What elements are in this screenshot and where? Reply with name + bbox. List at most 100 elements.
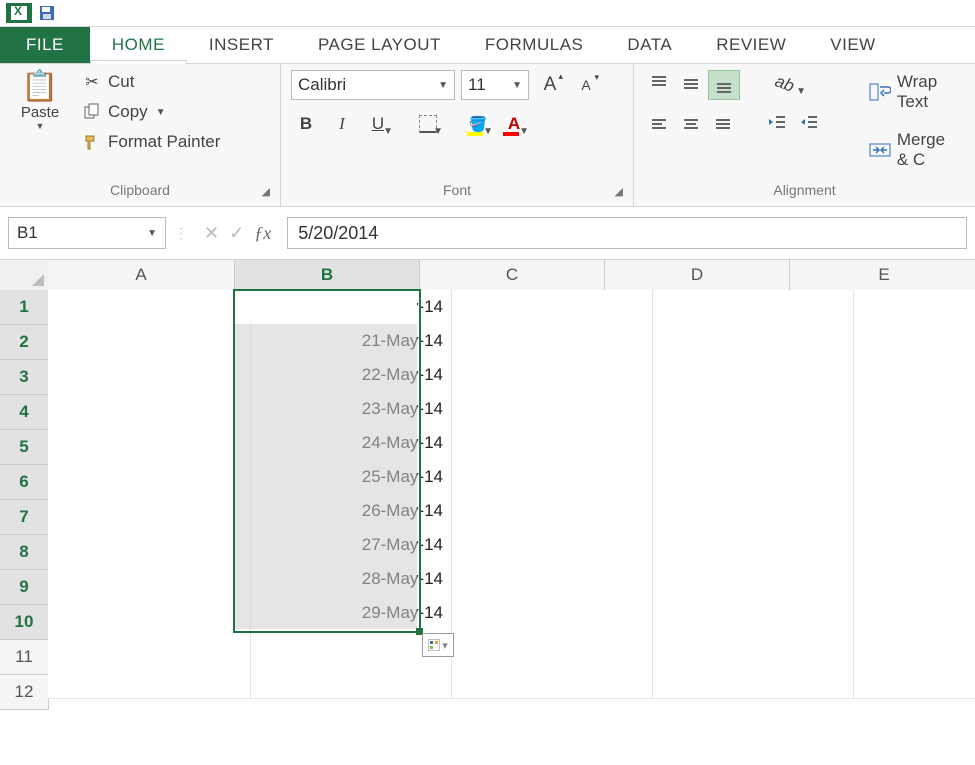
cancel-icon[interactable]: ✕ <box>204 223 219 244</box>
cell[interactable] <box>653 528 854 563</box>
dialog-launcher-icon[interactable]: ◢ <box>615 185 623 198</box>
cell[interactable] <box>653 494 854 529</box>
column-header[interactable]: E <box>790 260 975 291</box>
column-header[interactable]: B <box>235 260 420 292</box>
row-header[interactable]: 5 <box>0 430 50 465</box>
cell[interactable] <box>48 290 251 325</box>
cell[interactable] <box>854 358 975 393</box>
row-header[interactable]: 1 <box>0 290 50 325</box>
cell[interactable] <box>452 528 653 563</box>
cell[interactable] <box>48 426 251 461</box>
tab-file[interactable]: FILE <box>0 27 90 63</box>
format-painter-button[interactable]: Format Painter <box>78 130 224 154</box>
cell[interactable] <box>452 290 653 325</box>
cell[interactable] <box>854 562 975 597</box>
cell[interactable] <box>653 426 854 461</box>
cell[interactable] <box>653 460 854 495</box>
cell[interactable] <box>48 358 251 393</box>
underline-button[interactable]: U▼ <box>363 110 393 138</box>
shrink-font-button[interactable]: A▾ <box>571 71 601 99</box>
column-header[interactable]: C <box>420 260 605 291</box>
cell[interactable] <box>452 460 653 495</box>
paste-button[interactable]: 📋 Paste ▼ <box>10 70 70 131</box>
cell[interactable] <box>452 324 653 359</box>
align-left-button[interactable] <box>644 110 674 138</box>
autofill-options-button[interactable]: ▾ <box>422 633 454 657</box>
cell[interactable] <box>653 596 854 631</box>
cell[interactable] <box>653 358 854 393</box>
cell[interactable] <box>854 528 975 563</box>
cell[interactable] <box>653 630 854 665</box>
cell[interactable] <box>452 664 653 699</box>
cell[interactable] <box>854 426 975 461</box>
cell[interactable] <box>452 426 653 461</box>
align-center-button[interactable] <box>676 110 706 138</box>
cell[interactable] <box>251 664 452 699</box>
cell[interactable] <box>48 562 251 597</box>
select-all-corner[interactable] <box>0 260 49 291</box>
name-box[interactable]: B1 ▼ <box>8 217 166 249</box>
borders-button[interactable]: ▼ <box>413 110 443 138</box>
cell[interactable] <box>452 392 653 427</box>
cell[interactable] <box>452 494 653 529</box>
wrap-text-button[interactable]: Wrap Text <box>865 70 965 114</box>
row-header[interactable]: 12 <box>0 675 49 710</box>
grow-font-button[interactable]: A▴ <box>535 71 565 99</box>
cell[interactable] <box>452 630 653 665</box>
dialog-launcher-icon[interactable]: ◢ <box>262 185 270 198</box>
cell[interactable] <box>854 460 975 495</box>
cell[interactable] <box>48 494 251 529</box>
cell[interactable] <box>48 392 251 427</box>
qat-save-icon[interactable] <box>38 4 56 22</box>
tab-review[interactable]: REVIEW <box>694 27 808 63</box>
row-header[interactable]: 9 <box>0 570 50 605</box>
tab-home[interactable]: HOME <box>90 27 187 63</box>
cell[interactable] <box>854 630 975 665</box>
formula-input[interactable]: 5/20/2014 <box>287 217 967 249</box>
orientation-button[interactable]: ab ▼ <box>762 70 806 98</box>
cell[interactable] <box>653 290 854 325</box>
cell[interactable] <box>48 460 251 495</box>
cell[interactable] <box>48 630 251 665</box>
merge-center-button[interactable]: Merge & C <box>865 128 965 172</box>
decrease-indent-button[interactable] <box>762 108 792 136</box>
enter-icon[interactable]: ✓ <box>229 223 244 244</box>
row-header[interactable]: 10 <box>0 605 50 640</box>
row-header[interactable]: 2 <box>0 325 50 360</box>
tab-view[interactable]: VIEW <box>808 27 897 63</box>
row-header[interactable]: 7 <box>0 500 50 535</box>
cut-button[interactable]: ✂ Cut <box>78 70 224 94</box>
cell[interactable] <box>854 324 975 359</box>
cell[interactable] <box>854 392 975 427</box>
bold-button[interactable]: B <box>291 110 321 138</box>
cell[interactable] <box>854 494 975 529</box>
align-bottom-button[interactable] <box>708 70 740 100</box>
cell[interactable] <box>653 562 854 597</box>
font-color-button[interactable]: A ▼ <box>499 110 529 138</box>
tab-page-layout[interactable]: PAGE LAYOUT <box>296 27 463 63</box>
row-header[interactable]: 4 <box>0 395 50 430</box>
cell[interactable] <box>48 324 251 359</box>
cell[interactable] <box>653 392 854 427</box>
cell[interactable] <box>452 358 653 393</box>
font-size-combo[interactable]: 11 ▼ <box>461 70 529 100</box>
align-top-button[interactable] <box>644 70 674 98</box>
column-header[interactable]: D <box>605 260 790 291</box>
tab-data[interactable]: DATA <box>605 27 694 63</box>
cell[interactable] <box>48 596 251 631</box>
align-middle-button[interactable] <box>676 70 706 98</box>
fill-color-button[interactable]: 🪣 ▼ <box>463 110 493 138</box>
cell[interactable] <box>854 596 975 631</box>
copy-button[interactable]: Copy ▼ <box>78 100 224 124</box>
cell[interactable] <box>653 664 854 699</box>
cell[interactable] <box>48 664 251 699</box>
fx-icon[interactable]: ƒx <box>254 223 271 244</box>
row-header[interactable]: 3 <box>0 360 50 395</box>
column-header[interactable]: A <box>48 260 235 291</box>
tab-formulas[interactable]: FORMULAS <box>463 27 605 63</box>
cell[interactable] <box>854 290 975 325</box>
cell[interactable] <box>854 664 975 699</box>
row-header[interactable]: 6 <box>0 465 50 500</box>
cell[interactable] <box>48 528 251 563</box>
increase-indent-button[interactable] <box>794 108 824 136</box>
